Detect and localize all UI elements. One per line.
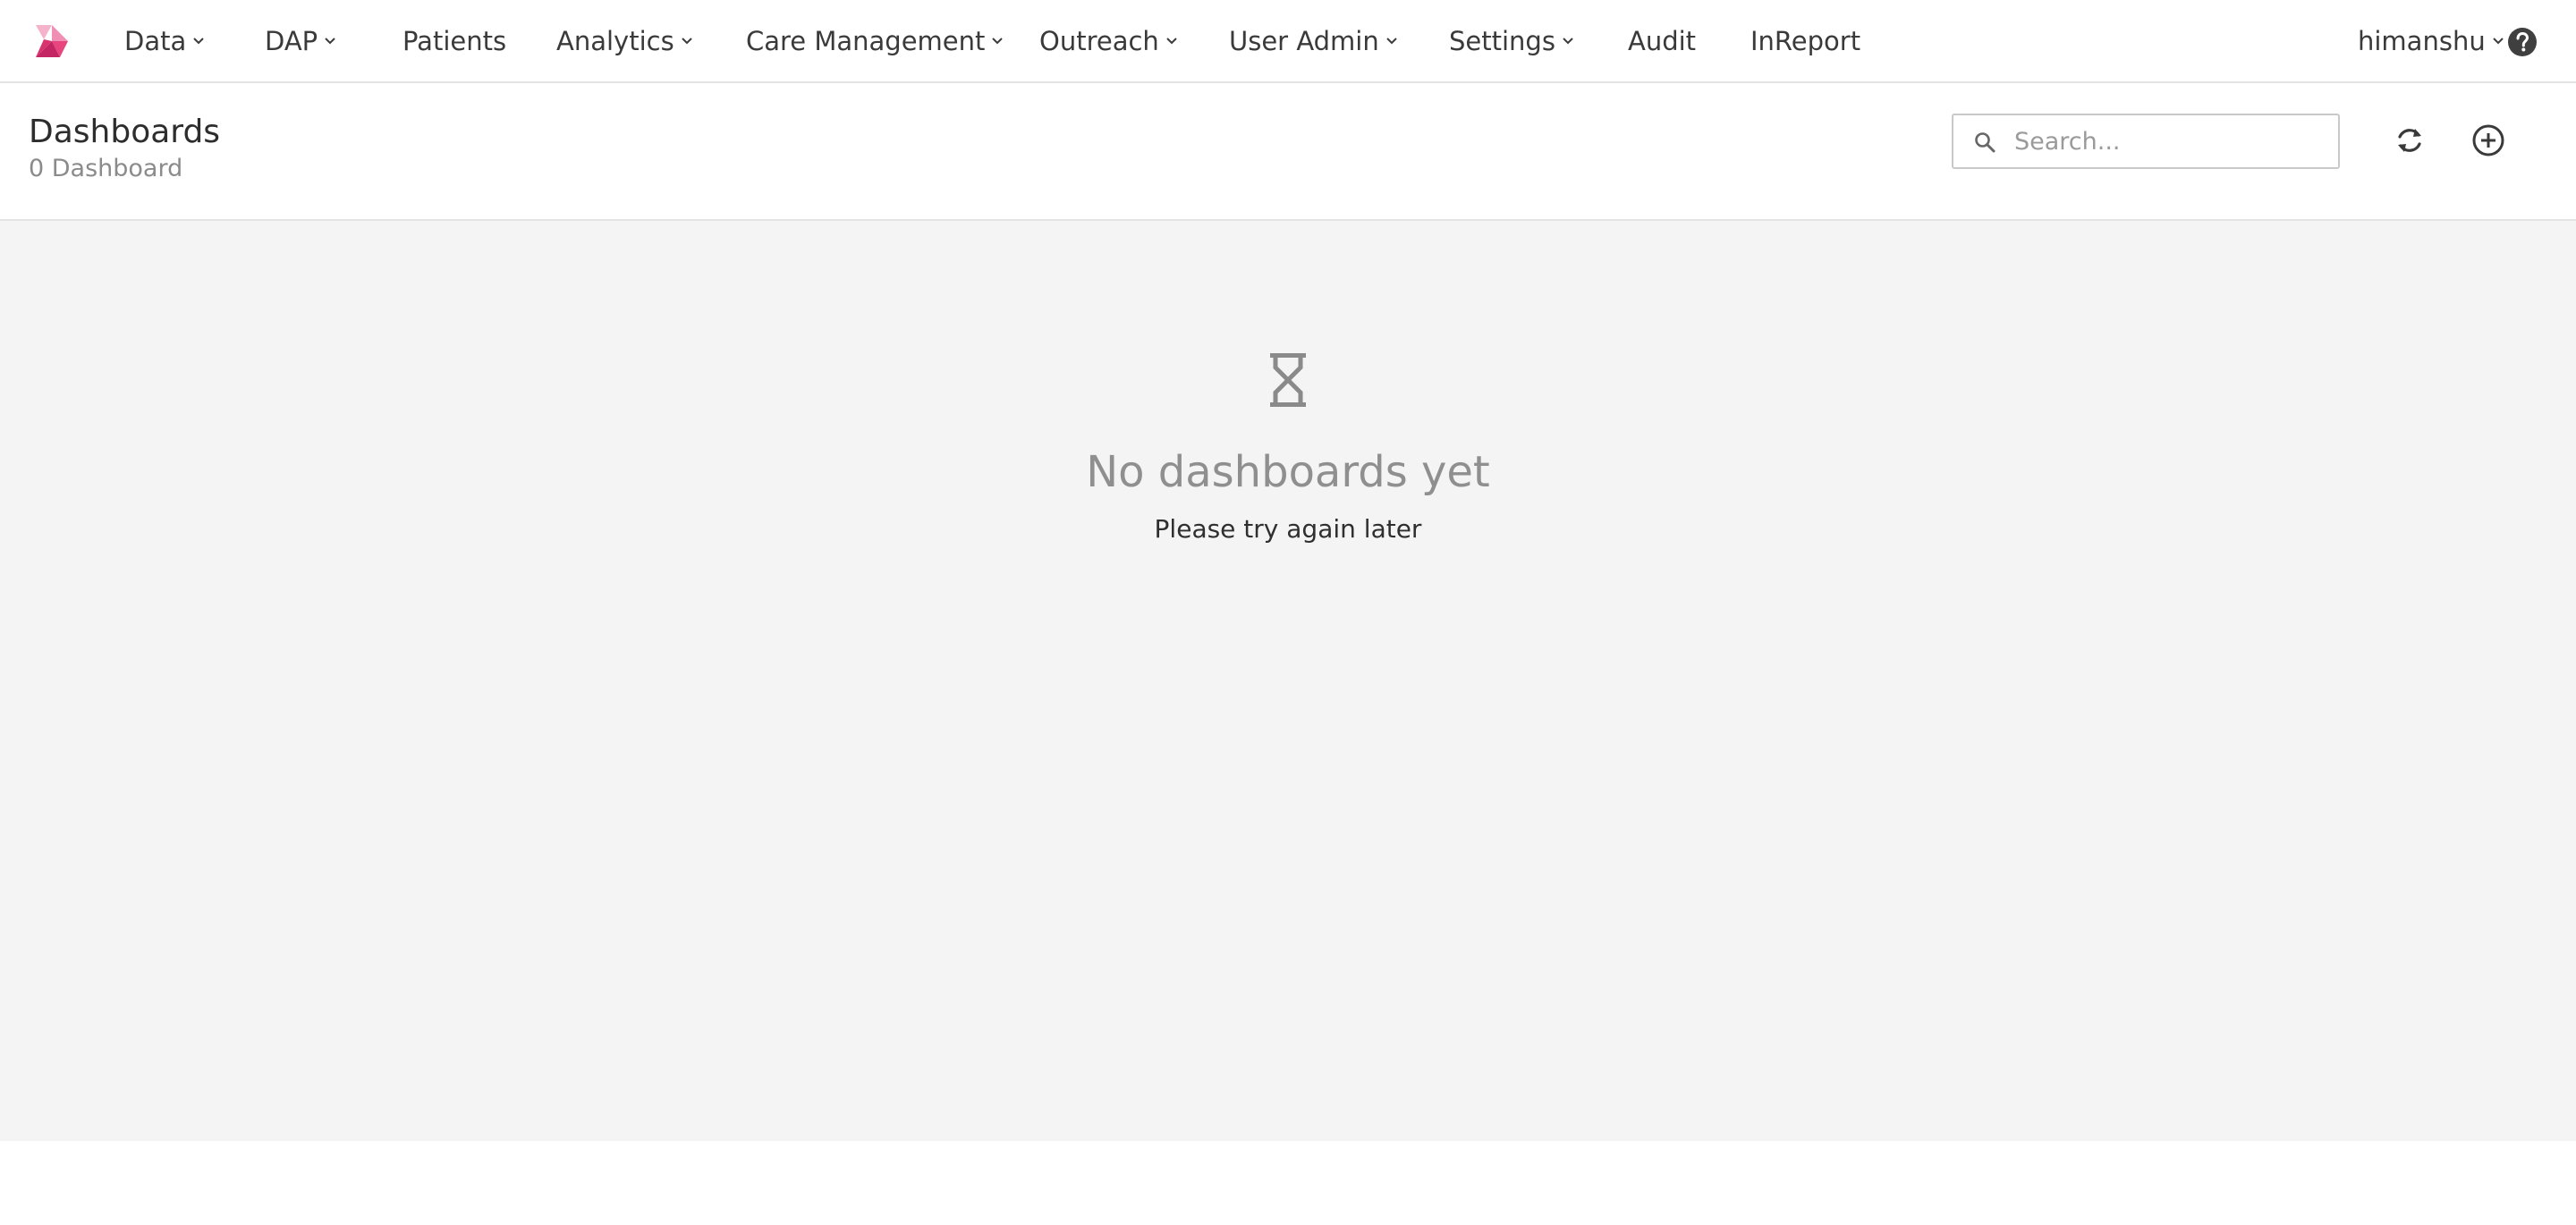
nav-item-label: Analytics: [556, 26, 674, 56]
empty-state-title: No dashboards yet: [1086, 447, 1490, 497]
refresh-icon[interactable]: [2392, 122, 2428, 158]
nav-item-care-management[interactable]: Care Management: [746, 21, 1004, 61]
user-menu[interactable]: himanshu: [2358, 21, 2504, 61]
nav-item-label: Settings: [1449, 26, 1555, 56]
search-input[interactable]: [2014, 121, 2327, 162]
chevron-down-icon: [1563, 38, 1573, 45]
search-box[interactable]: [1952, 114, 2340, 169]
chevron-down-icon: [2493, 38, 2504, 45]
nav-item-settings[interactable]: Settings: [1449, 21, 1574, 61]
brand-logo[interactable]: [32, 21, 72, 61]
add-circle-icon[interactable]: [2470, 122, 2506, 158]
nav-item-audit[interactable]: Audit: [1628, 21, 1696, 61]
chevron-down-icon: [325, 38, 335, 45]
nav-item-data[interactable]: Data: [124, 21, 205, 61]
chevron-down-icon: [992, 38, 1004, 45]
page-title: Dashboards: [29, 114, 221, 150]
dashboard-count: 0 Dashboard: [29, 155, 183, 182]
nav-item-user-admin[interactable]: User Admin: [1229, 21, 1398, 61]
empty-state-message: Please try again later: [1154, 514, 1422, 544]
chevron-down-icon: [1166, 38, 1177, 45]
nav-item-patients[interactable]: Patients: [402, 21, 506, 61]
hourglass-icon: [1270, 353, 1306, 407]
nav-item-label: User Admin: [1229, 26, 1379, 56]
chevron-down-icon: [681, 38, 692, 45]
chevron-down-icon: [1386, 38, 1397, 45]
user-name: himanshu: [2358, 26, 2486, 56]
nav-item-dap[interactable]: DAP: [265, 21, 336, 61]
top-navigation-bar: Data DAP Patients Analytics Care Managem…: [0, 0, 2576, 83]
nav-item-label: Data: [124, 26, 187, 56]
nav-item-label: Care Management: [746, 26, 986, 56]
nav-item-label: DAP: [265, 26, 318, 56]
nav-item-label: Outreach: [1039, 26, 1159, 56]
page-header: Dashboards 0 Dashboard: [0, 83, 2576, 221]
help-icon[interactable]: [2506, 26, 2538, 58]
nav-item-inreport[interactable]: InReport: [1750, 21, 1860, 61]
nav-item-analytics[interactable]: Analytics: [556, 21, 693, 61]
nav-item-label: Patients: [402, 26, 507, 56]
nav-item-label: Audit: [1628, 26, 1697, 56]
content-area: No dashboards yet Please try again later: [0, 221, 2576, 1141]
nav-item-outreach[interactable]: Outreach: [1039, 21, 1178, 61]
nav-item-label: InReport: [1750, 26, 1861, 56]
chevron-down-icon: [193, 38, 204, 45]
search-icon: [1975, 132, 1996, 153]
